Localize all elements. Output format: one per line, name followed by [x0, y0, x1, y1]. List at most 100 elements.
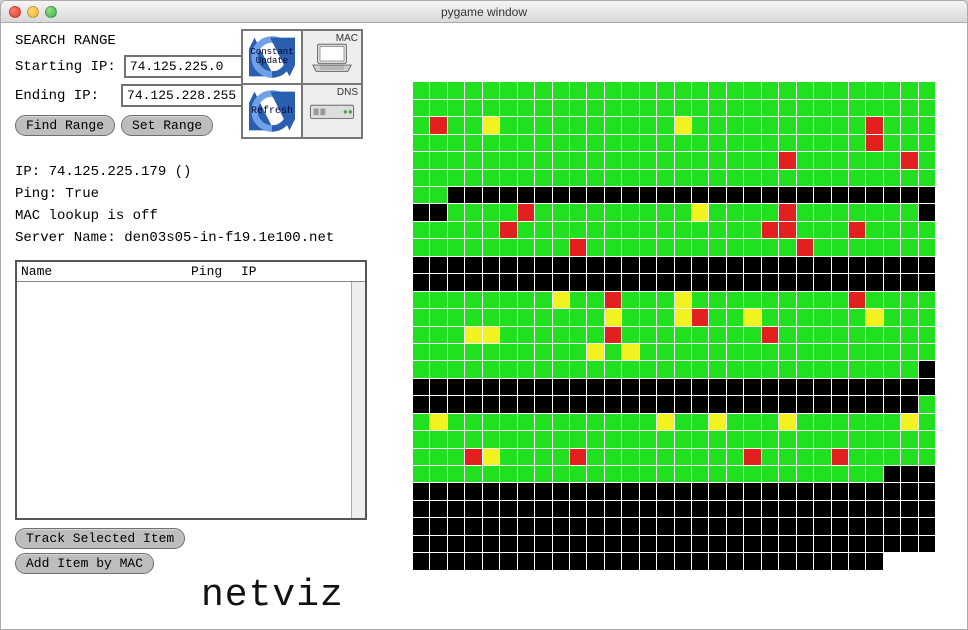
grid-cell[interactable]	[779, 449, 795, 465]
grid-cell[interactable]	[675, 204, 691, 220]
grid-cell[interactable]	[866, 396, 882, 412]
grid-cell[interactable]	[901, 344, 917, 360]
grid-cell[interactable]	[675, 553, 691, 569]
grid-cell[interactable]	[448, 379, 464, 395]
grid-cell[interactable]	[919, 135, 935, 151]
grid-cell[interactable]	[657, 170, 673, 186]
grid-cell[interactable]	[430, 274, 446, 290]
grid-cell[interactable]	[570, 222, 586, 238]
grid-cell[interactable]	[500, 204, 516, 220]
grid-cell[interactable]	[849, 361, 865, 377]
grid-cell[interactable]	[413, 274, 429, 290]
grid-cell[interactable]	[570, 361, 586, 377]
grid-cell[interactable]	[866, 501, 882, 517]
dns-button[interactable]: DNS	[302, 84, 362, 138]
grid-cell[interactable]	[465, 396, 481, 412]
grid-cell[interactable]	[849, 553, 865, 569]
grid-cell[interactable]	[901, 117, 917, 133]
grid-cell[interactable]	[657, 274, 673, 290]
grid-cell[interactable]	[814, 414, 830, 430]
grid-cell[interactable]	[500, 396, 516, 412]
grid-cell[interactable]	[797, 361, 813, 377]
grid-cell[interactable]	[518, 135, 534, 151]
grid-cell[interactable]	[832, 518, 848, 534]
grid-cell[interactable]	[587, 152, 603, 168]
grid-cell[interactable]	[622, 292, 638, 308]
grid-cell[interactable]	[640, 135, 656, 151]
grid-cell[interactable]	[692, 292, 708, 308]
grid-cell[interactable]	[919, 431, 935, 447]
grid-cell[interactable]	[640, 82, 656, 98]
grid-cell[interactable]	[849, 135, 865, 151]
grid-cell[interactable]	[762, 414, 778, 430]
grid-cell[interactable]	[849, 292, 865, 308]
grid-cell[interactable]	[500, 379, 516, 395]
add-by-mac-button[interactable]: Add Item by MAC	[15, 553, 154, 574]
grid-cell[interactable]	[692, 379, 708, 395]
grid-cell[interactable]	[919, 152, 935, 168]
grid-cell[interactable]	[692, 361, 708, 377]
grid-cell[interactable]	[622, 536, 638, 552]
grid-cell[interactable]	[797, 396, 813, 412]
grid-cell[interactable]	[413, 414, 429, 430]
grid-cell[interactable]	[465, 518, 481, 534]
grid-cell[interactable]	[866, 518, 882, 534]
grid-cell[interactable]	[448, 187, 464, 203]
grid-cell[interactable]	[727, 431, 743, 447]
ip-grid[interactable]	[412, 81, 936, 570]
grid-cell[interactable]	[535, 309, 551, 325]
grid-cell[interactable]	[884, 292, 900, 308]
grid-cell[interactable]	[675, 449, 691, 465]
grid-cell[interactable]	[535, 100, 551, 116]
grid-cell[interactable]	[605, 274, 621, 290]
grid-cell[interactable]	[866, 170, 882, 186]
grid-cell[interactable]	[553, 204, 569, 220]
grid-cell[interactable]	[744, 501, 760, 517]
grid-cell[interactable]	[797, 152, 813, 168]
grid-cell[interactable]	[692, 117, 708, 133]
grid-cell[interactable]	[919, 117, 935, 133]
grid-cell[interactable]	[779, 431, 795, 447]
grid-cell[interactable]	[744, 327, 760, 343]
grid-cell[interactable]	[587, 135, 603, 151]
grid-cell[interactable]	[535, 204, 551, 220]
grid-cell[interactable]	[797, 518, 813, 534]
grid-cell[interactable]	[605, 466, 621, 482]
grid-cell[interactable]	[465, 501, 481, 517]
grid-cell[interactable]	[797, 187, 813, 203]
grid-cell[interactable]	[779, 100, 795, 116]
grid-cell[interactable]	[919, 483, 935, 499]
grid-cell[interactable]	[640, 431, 656, 447]
grid-cell[interactable]	[605, 82, 621, 98]
grid-cell[interactable]	[622, 170, 638, 186]
grid-cell[interactable]	[692, 152, 708, 168]
grid-cell[interactable]	[587, 396, 603, 412]
grid-cell[interactable]	[779, 274, 795, 290]
grid-cell[interactable]	[692, 553, 708, 569]
grid-cell[interactable]	[762, 309, 778, 325]
grid-cell[interactable]	[465, 309, 481, 325]
grid-cell[interactable]	[483, 553, 499, 569]
grid-cell[interactable]	[640, 152, 656, 168]
grid-cell[interactable]	[744, 239, 760, 255]
grid-cell[interactable]	[553, 518, 569, 534]
grid-cell[interactable]	[535, 327, 551, 343]
grid-cell[interactable]	[779, 117, 795, 133]
grid-cell[interactable]	[430, 257, 446, 273]
grid-cell[interactable]	[570, 170, 586, 186]
grid-cell[interactable]	[640, 257, 656, 273]
grid-cell[interactable]	[483, 361, 499, 377]
grid-cell[interactable]	[797, 344, 813, 360]
grid-cell[interactable]	[605, 536, 621, 552]
grid-cell[interactable]	[570, 518, 586, 534]
grid-cell[interactable]	[744, 518, 760, 534]
grid-cell[interactable]	[622, 257, 638, 273]
grid-cell[interactable]	[884, 501, 900, 517]
grid-cell[interactable]	[430, 239, 446, 255]
grid-cell[interactable]	[622, 466, 638, 482]
grid-cell[interactable]	[413, 135, 429, 151]
grid-cell[interactable]	[744, 536, 760, 552]
grid-cell[interactable]	[570, 309, 586, 325]
grid-cell[interactable]	[553, 135, 569, 151]
grid-cell[interactable]	[797, 292, 813, 308]
